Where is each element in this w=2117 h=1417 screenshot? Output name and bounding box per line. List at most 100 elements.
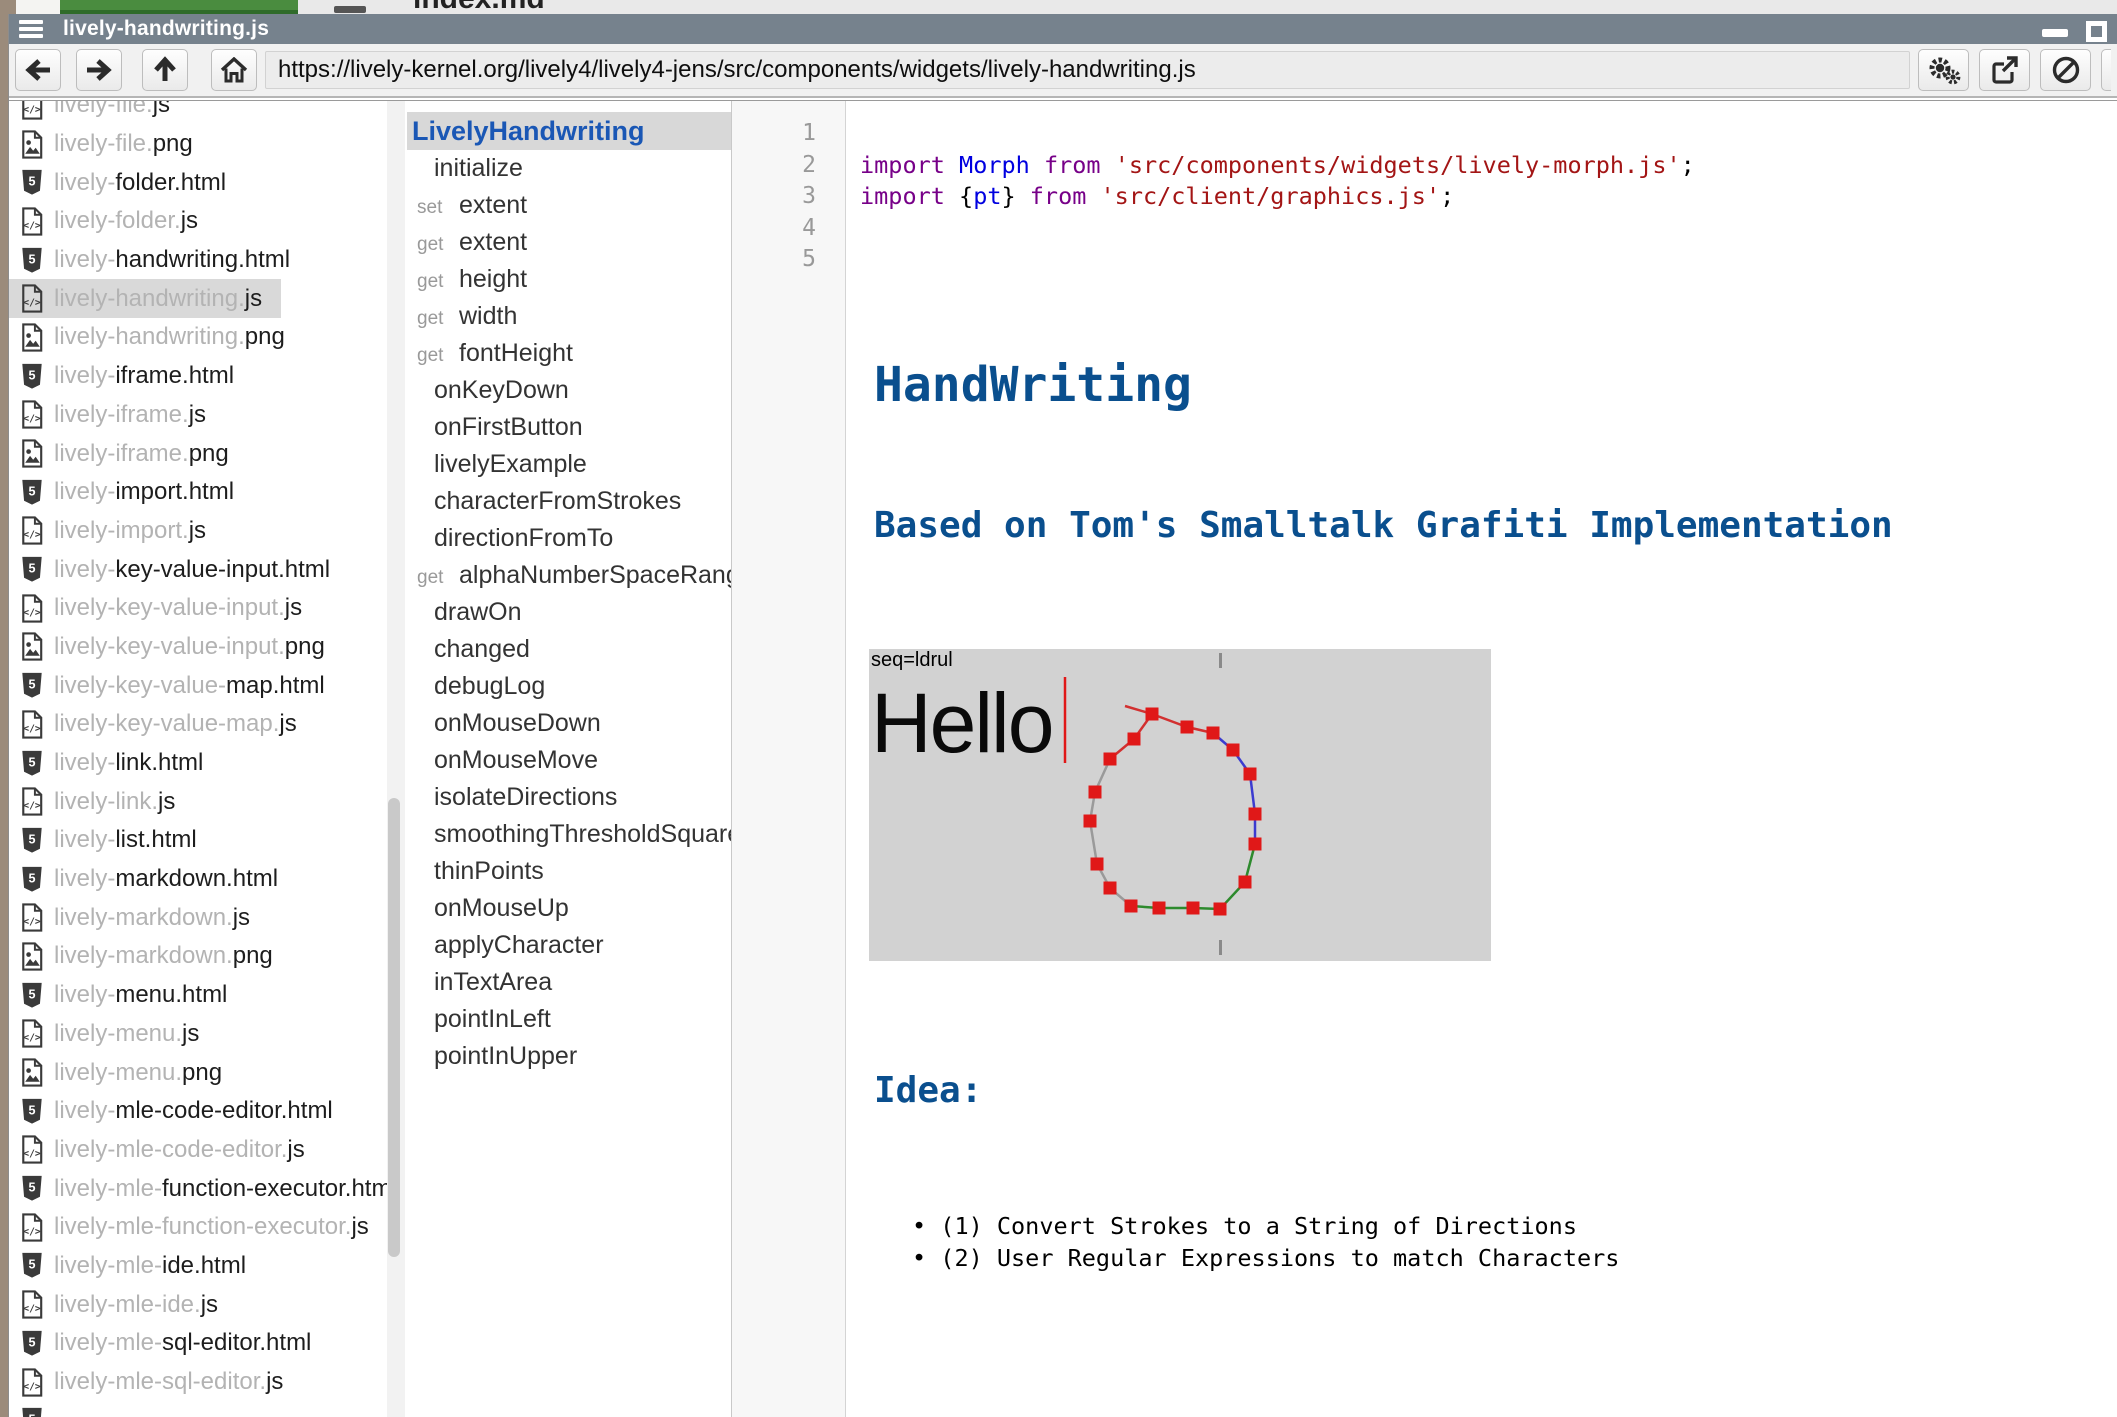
outline-class-title[interactable]: LivelyHandwriting bbox=[407, 112, 731, 150]
file-row[interactable] bbox=[9, 1401, 407, 1417]
code-text: import Morph from 'src/components/widget… bbox=[846, 150, 2117, 182]
file-row[interactable]: lively-mle-sql-editor.html bbox=[9, 1324, 407, 1363]
file-row[interactable]: lively-link.html bbox=[9, 744, 407, 783]
outline-item[interactable]: livelyExample bbox=[407, 446, 731, 483]
outline-item[interactable]: onKeyDown bbox=[407, 372, 731, 409]
file-row[interactable]: lively-iframe.png bbox=[9, 434, 407, 473]
back-button[interactable] bbox=[15, 49, 61, 91]
outline-item[interactable]: inTextArea bbox=[407, 964, 731, 1001]
file-row[interactable]: lively-file.png bbox=[9, 125, 407, 164]
outline-item[interactable]: applyCharacter bbox=[407, 927, 731, 964]
outline-item[interactable]: initialize bbox=[407, 150, 731, 187]
code-editor[interactable]: 12import Morph from 'src/components/widg… bbox=[732, 101, 2117, 1417]
file-row[interactable]: lively-menu.js bbox=[9, 1015, 407, 1054]
clipped-button[interactable] bbox=[2101, 49, 2111, 91]
code-line[interactable]: 4 bbox=[732, 213, 2117, 245]
file-name-prefix: lively- bbox=[54, 1097, 115, 1125]
accessor-prefix: get bbox=[417, 226, 459, 263]
forward-button[interactable] bbox=[76, 49, 122, 91]
class-outline-panel[interactable]: LivelyHandwriting initializesetextentget… bbox=[407, 101, 732, 1417]
up-button[interactable] bbox=[142, 49, 188, 91]
file-row[interactable]: lively-list.html bbox=[9, 821, 407, 860]
code-line[interactable]: 2import Morph from 'src/components/widge… bbox=[732, 150, 2117, 182]
outline-item-label: fontHeight bbox=[459, 339, 573, 367]
html-file-icon bbox=[19, 1250, 45, 1281]
outline-item[interactable]: getalphaNumberSpaceRanges bbox=[407, 557, 731, 594]
ban-icon bbox=[2051, 55, 2081, 85]
file-row[interactable]: lively-mle-sql-editor.js bbox=[9, 1363, 407, 1402]
file-row[interactable]: lively-key-value-input.html bbox=[9, 550, 407, 589]
url-input[interactable] bbox=[265, 51, 1910, 89]
file-row[interactable]: lively-mle-ide.html bbox=[9, 1247, 407, 1286]
code-line[interactable]: 5 bbox=[732, 244, 2117, 276]
file-row[interactable]: lively-markdown.js bbox=[9, 898, 407, 937]
file-row[interactable]: lively-folder.js bbox=[9, 202, 407, 241]
file-row[interactable]: lively-markdown.html bbox=[9, 860, 407, 899]
file-row[interactable]: lively-iframe.html bbox=[9, 357, 407, 396]
html-file-icon bbox=[19, 670, 45, 701]
outline-item[interactable]: isolateDirections bbox=[407, 779, 731, 816]
file-row[interactable]: lively-mle-function-executor.html bbox=[9, 1169, 407, 1208]
open-external-button[interactable] bbox=[1979, 49, 2030, 91]
outline-item[interactable]: pointInLeft bbox=[407, 1001, 731, 1038]
file-row[interactable]: lively-handwriting.png bbox=[9, 318, 407, 357]
file-name-suffix: js bbox=[245, 285, 262, 313]
html-file-icon bbox=[19, 980, 45, 1011]
outline-item[interactable]: onMouseMove bbox=[407, 742, 731, 779]
html-file-icon bbox=[19, 864, 45, 895]
file-name-suffix: png bbox=[153, 130, 193, 158]
outline-item[interactable]: getwidth bbox=[407, 298, 731, 335]
menu-icon[interactable] bbox=[19, 17, 43, 41]
window-titlebar[interactable]: lively-handwriting.js bbox=[9, 14, 2117, 44]
outline-item[interactable]: debugLog bbox=[407, 668, 731, 705]
file-row[interactable]: lively-mle-code-editor.js bbox=[9, 1131, 407, 1170]
file-browser-sidebar[interactable]: lively-file.jslively-file.pnglively-fold… bbox=[9, 101, 407, 1417]
sidebar-scrollbar-thumb[interactable] bbox=[388, 798, 400, 1257]
settings-button[interactable] bbox=[1918, 49, 1969, 91]
file-name-prefix: lively- bbox=[54, 169, 115, 197]
file-row[interactable]: lively-menu.png bbox=[9, 1053, 407, 1092]
sidebar-scrollbar-track[interactable] bbox=[387, 101, 405, 1417]
file-row[interactable]: lively-import.html bbox=[9, 473, 407, 512]
outline-item[interactable]: pointInUpper bbox=[407, 1038, 731, 1075]
file-row[interactable]: lively-mle-ide.js bbox=[9, 1285, 407, 1324]
code-line[interactable]: 3import {pt} from 'src/client/graphics.j… bbox=[732, 181, 2117, 213]
file-row[interactable]: lively-iframe.js bbox=[9, 396, 407, 435]
file-row[interactable]: lively-folder.html bbox=[9, 163, 407, 202]
file-row[interactable]: lively-file.js bbox=[9, 101, 407, 125]
code-line[interactable]: 1 bbox=[732, 118, 2117, 150]
file-row[interactable]: lively-markdown.png bbox=[9, 937, 407, 976]
file-row[interactable]: lively-menu.html bbox=[9, 976, 407, 1015]
maximize-button[interactable] bbox=[2086, 21, 2107, 42]
block-button[interactable] bbox=[2040, 49, 2091, 91]
outline-item[interactable]: onMouseUp bbox=[407, 890, 731, 927]
minimize-button[interactable] bbox=[2042, 29, 2068, 37]
outline-item[interactable]: onMouseDown bbox=[407, 705, 731, 742]
file-row[interactable]: lively-key-value-map.html bbox=[9, 666, 407, 705]
file-row[interactable]: lively-link.js bbox=[9, 782, 407, 821]
file-name-prefix: lively- bbox=[54, 749, 115, 777]
file-row[interactable]: lively-key-value-map.js bbox=[9, 705, 407, 744]
file-row[interactable]: lively-import.js bbox=[9, 512, 407, 551]
outline-item[interactable]: changed bbox=[407, 631, 731, 668]
outline-item[interactable]: getfontHeight bbox=[407, 335, 731, 372]
outline-item[interactable]: thinPoints bbox=[407, 853, 731, 890]
outline-item[interactable]: drawOn bbox=[407, 594, 731, 631]
image-file-icon bbox=[19, 438, 45, 469]
file-row[interactable]: lively-mle-code-editor.html bbox=[9, 1092, 407, 1131]
outline-item[interactable]: getextent bbox=[407, 224, 731, 261]
outline-item[interactable]: setextent bbox=[407, 187, 731, 224]
outline-item[interactable]: directionFromTo bbox=[407, 520, 731, 557]
file-row[interactable]: lively-key-value-input.png bbox=[9, 628, 407, 667]
home-button[interactable] bbox=[211, 49, 257, 91]
file-name-prefix: lively- bbox=[54, 362, 115, 390]
line-number: 4 bbox=[732, 213, 846, 245]
outline-item[interactable]: getheight bbox=[407, 261, 731, 298]
file-row[interactable]: lively-handwriting.html bbox=[9, 241, 407, 280]
outline-item[interactable]: characterFromStrokes bbox=[407, 483, 731, 520]
file-row[interactable]: lively-key-value-input.js bbox=[9, 589, 407, 628]
file-row[interactable]: lively-handwriting.js bbox=[9, 279, 281, 318]
outline-item[interactable]: smoothingThresholdSquared bbox=[407, 816, 731, 853]
file-row[interactable]: lively-mle-function-executor.js bbox=[9, 1208, 407, 1247]
outline-item[interactable]: onFirstButton bbox=[407, 409, 731, 446]
